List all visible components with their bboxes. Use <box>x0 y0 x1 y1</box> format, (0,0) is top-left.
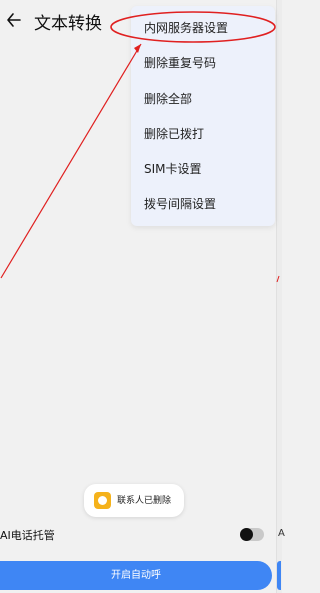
adjacent-screen-edge <box>276 0 282 593</box>
contacts-app-icon <box>94 492 111 509</box>
menu-item-delete-all[interactable]: 删除全部 <box>144 90 192 107</box>
menu-item-delete-duplicates[interactable]: 删除重复号码 <box>144 54 216 71</box>
menu-item-delete-dialed[interactable]: 删除已拨打 <box>144 125 204 142</box>
adjacent-button-edge <box>277 561 281 590</box>
adjacent-screen-letter: A <box>278 528 285 539</box>
toast-notification: 联系人已删除 <box>84 484 184 517</box>
toast-text: 联系人已删除 <box>117 496 172 506</box>
menu-item-sim-settings[interactable]: SIM卡设置 <box>144 160 202 177</box>
ai-call-hosting-label: AI电话托管 <box>0 529 55 542</box>
ai-call-hosting-toggle[interactable] <box>240 528 264 541</box>
start-auto-call-button[interactable]: 开启自动呼 <box>0 561 272 590</box>
menu-item-dial-interval[interactable]: 拨号间隔设置 <box>144 195 216 212</box>
toggle-knob <box>240 528 253 541</box>
overflow-menu: 内网服务器设置 删除重复号码 删除全部 删除已拨打 SIM卡设置 拨号间隔设置 <box>131 6 275 226</box>
annotation-arrow-line <box>0 43 142 279</box>
page-title: 文本转换 <box>34 14 102 34</box>
back-arrow-icon[interactable] <box>6 10 22 30</box>
menu-item-intranet-server[interactable]: 内网服务器设置 <box>144 19 228 36</box>
